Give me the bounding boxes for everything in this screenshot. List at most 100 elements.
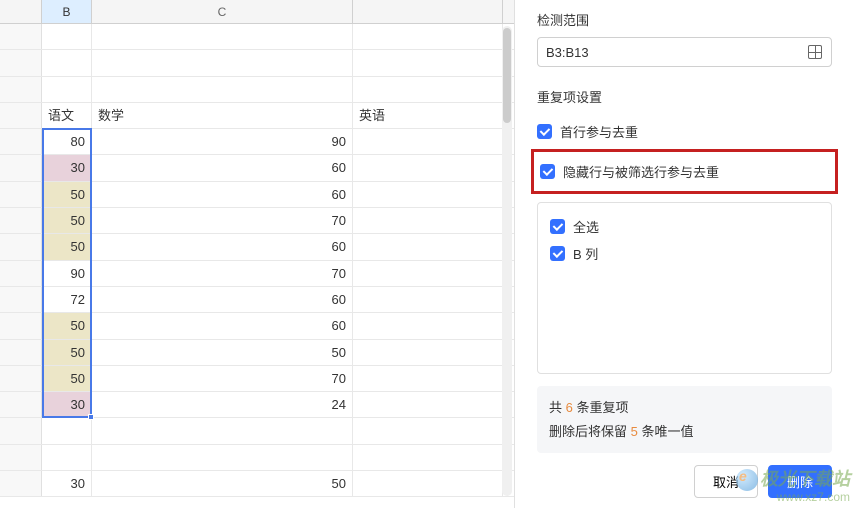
table-row[interactable]: 5060 [0,313,514,339]
cell-header[interactable]: 语文 [42,103,92,128]
checkbox-icon[interactable] [550,219,565,234]
row-number[interactable] [0,340,42,365]
row-number[interactable] [0,261,42,286]
row-number[interactable] [0,471,42,496]
row-number[interactable] [0,50,42,75]
cell[interactable]: 60 [92,234,353,259]
cell[interactable]: 90 [92,129,353,154]
table-row[interactable] [0,418,514,444]
cell[interactable] [353,24,503,49]
range-input[interactable] [546,45,807,60]
cell[interactable] [92,445,353,470]
cell[interactable] [92,24,353,49]
cell[interactable]: 70 [92,366,353,391]
cell[interactable]: 30 [42,392,92,417]
column-header-b[interactable]: B [42,0,92,23]
cell[interactable]: 60 [92,287,353,312]
cell[interactable] [42,445,92,470]
table-row[interactable]: 9070 [0,261,514,287]
spreadsheet[interactable]: B C 语文数学英语809030605060507050609070726050… [0,0,515,508]
row-number[interactable] [0,155,42,180]
row-number[interactable] [0,103,42,128]
cell[interactable]: 70 [92,208,353,233]
cell[interactable]: 72 [42,287,92,312]
cell[interactable]: 70 [92,261,353,286]
cell[interactable]: 50 [42,208,92,233]
table-row[interactable]: 5060 [0,234,514,260]
checkbox-icon[interactable] [537,124,552,139]
cell[interactable]: 60 [92,313,353,338]
checkbox-icon[interactable] [540,164,555,179]
cell[interactable]: 50 [42,234,92,259]
cell[interactable]: 50 [92,340,353,365]
cell[interactable] [353,261,503,286]
row-number[interactable] [0,392,42,417]
cell[interactable] [353,340,503,365]
cell[interactable] [353,208,503,233]
cell-header[interactable]: 数学 [92,103,353,128]
cell[interactable]: 30 [42,155,92,180]
cell[interactable] [353,287,503,312]
cell[interactable] [42,50,92,75]
cell[interactable] [92,418,353,443]
option-column-b[interactable]: B 列 [550,240,819,267]
column-header-d[interactable] [353,0,503,23]
cancel-button[interactable]: 取消 [694,465,758,498]
range-picker-icon[interactable] [807,44,823,60]
row-number[interactable] [0,24,42,49]
option-first-row[interactable]: 首行参与去重 [537,116,832,147]
table-row[interactable]: 7260 [0,287,514,313]
cell[interactable] [42,24,92,49]
cell[interactable]: 50 [42,340,92,365]
row-number[interactable] [0,77,42,102]
row-number[interactable] [0,366,42,391]
table-row[interactable]: 3024 [0,392,514,418]
table-row[interactable]: 3060 [0,155,514,181]
row-number[interactable] [0,234,42,259]
row-number[interactable] [0,445,42,470]
cell[interactable] [353,418,503,443]
cell[interactable] [353,445,503,470]
column-header-c[interactable]: C [92,0,353,23]
table-header-row[interactable]: 语文数学英语 [0,103,514,129]
row-number[interactable] [0,313,42,338]
vertical-scrollbar[interactable] [502,26,512,496]
cell[interactable] [42,77,92,102]
range-input-wrapper[interactable] [537,37,832,67]
table-row[interactable]: 8090 [0,129,514,155]
option-select-all[interactable]: 全选 [550,213,819,240]
option-hidden-rows[interactable]: 隐藏行与被筛选行参与去重 [540,156,829,187]
row-number[interactable] [0,208,42,233]
cell[interactable]: 60 [92,182,353,207]
cell[interactable]: 90 [42,261,92,286]
cell[interactable] [353,471,503,496]
cell[interactable] [92,77,353,102]
cell[interactable] [353,234,503,259]
table-row[interactable]: 5060 [0,182,514,208]
cell[interactable] [353,77,503,102]
cell-header[interactable]: 英语 [353,103,503,128]
row-number[interactable] [0,129,42,154]
table-row[interactable] [0,50,514,76]
cell[interactable] [353,313,503,338]
table-row[interactable] [0,445,514,471]
checkbox-icon[interactable] [550,246,565,261]
table-row[interactable] [0,77,514,103]
table-row[interactable] [0,24,514,50]
select-all-corner[interactable] [0,0,42,23]
cell[interactable] [353,155,503,180]
cell[interactable] [92,50,353,75]
cell[interactable]: 24 [92,392,353,417]
cell[interactable]: 50 [92,471,353,496]
cell[interactable] [42,418,92,443]
row-number[interactable] [0,182,42,207]
cell[interactable] [353,392,503,417]
cell[interactable]: 60 [92,155,353,180]
cell[interactable]: 80 [42,129,92,154]
cell[interactable] [353,366,503,391]
cell[interactable] [353,129,503,154]
cell[interactable]: 50 [42,182,92,207]
cell[interactable]: 30 [42,471,92,496]
row-number[interactable] [0,287,42,312]
cell[interactable]: 50 [42,366,92,391]
